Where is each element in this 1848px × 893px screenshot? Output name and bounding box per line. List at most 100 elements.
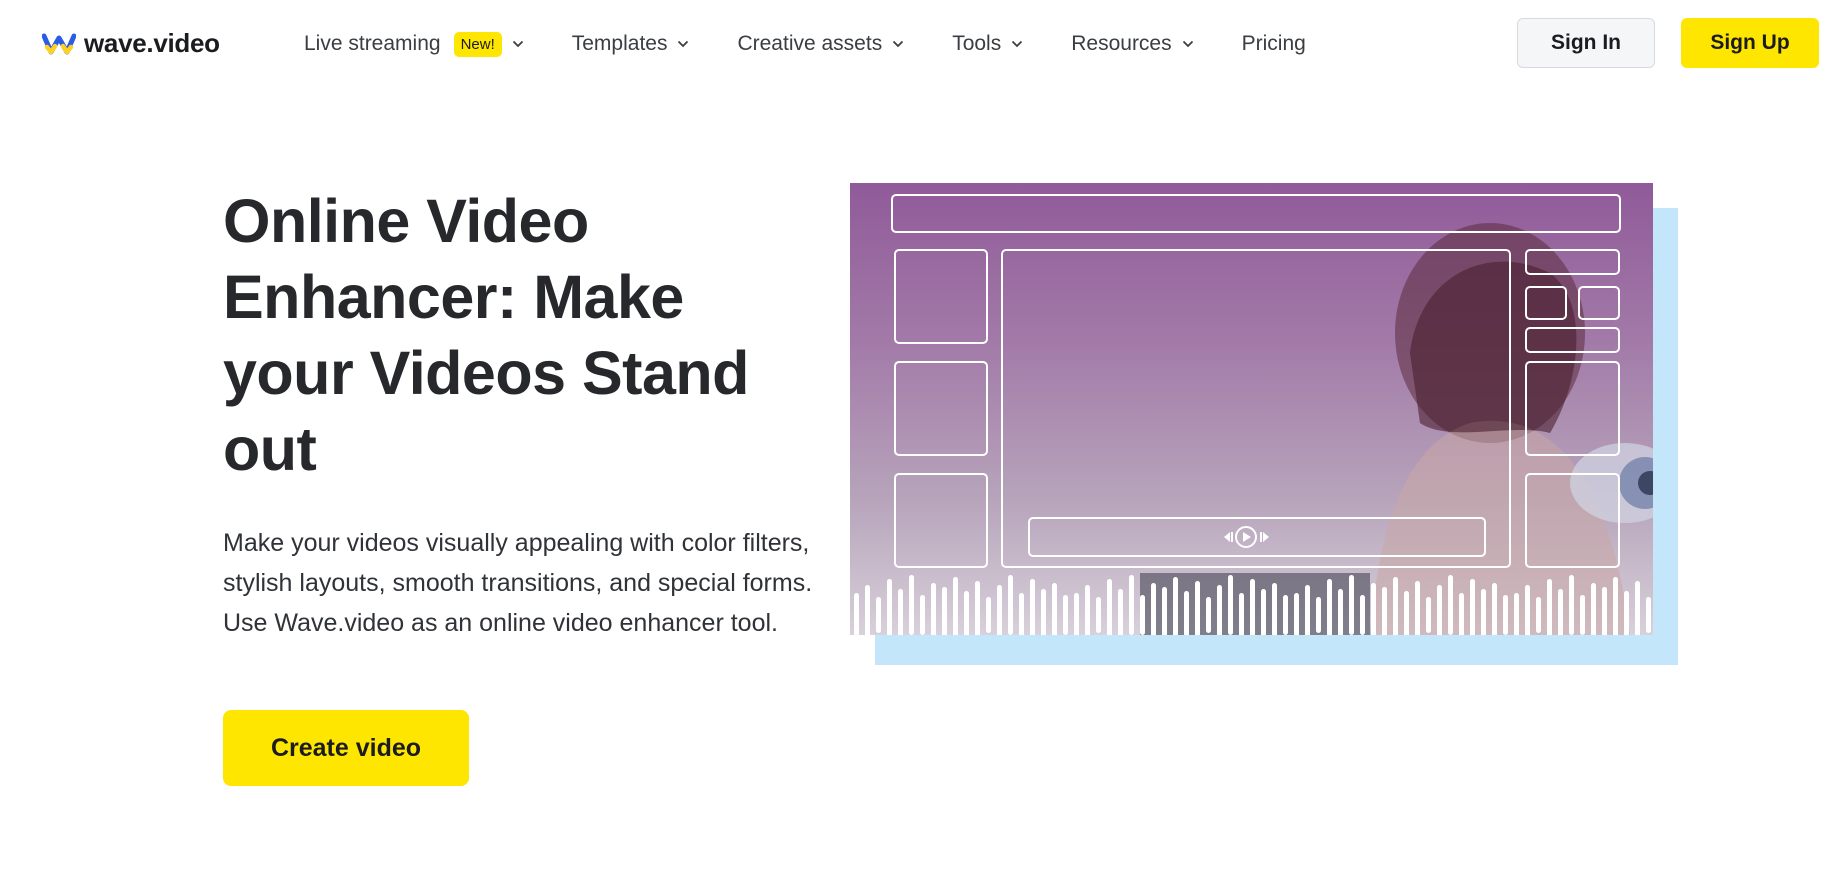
waveform-bar <box>1371 583 1376 635</box>
waveform-bar <box>1360 595 1365 635</box>
waveform-bar <box>1129 575 1134 635</box>
waveform-bar <box>1547 579 1552 635</box>
waveform-bar <box>1624 591 1629 635</box>
waveform-bar <box>887 579 892 635</box>
waveform-bar <box>1448 575 1453 635</box>
chevron-down-icon <box>1012 40 1023 48</box>
waveform-bar <box>1591 583 1596 635</box>
nav-label: Resources <box>1071 32 1172 55</box>
nav-item-creative-assets[interactable]: Creative assets <box>737 27 904 61</box>
waveform-bar <box>1085 585 1090 635</box>
waveform-bar <box>1503 595 1508 635</box>
hero-title: Online Video Enhancer: Make your Videos … <box>223 187 749 483</box>
waveform-bar <box>1239 593 1244 635</box>
waveform-bar <box>1008 575 1013 635</box>
waveform-bar <box>1217 585 1222 635</box>
waveform-bar <box>1393 577 1398 635</box>
editor-wireframe <box>854 194 1653 635</box>
waveform-bar <box>1459 593 1464 635</box>
waveform-bar <box>1019 593 1024 635</box>
waveform-bar <box>1206 597 1211 633</box>
waveform-bar <box>1041 589 1046 635</box>
waveform-bar <box>1228 575 1233 635</box>
waveform-bar <box>1349 575 1354 635</box>
waveform-bar <box>1162 587 1167 635</box>
nav-item-templates[interactable]: Templates <box>572 27 690 61</box>
waveform-bar <box>1140 595 1145 635</box>
waveform-bar <box>1250 579 1255 635</box>
play-icon <box>1235 526 1257 548</box>
waveform-bar <box>1294 593 1299 635</box>
logo-text: wave.video <box>84 28 220 58</box>
waveform-bar <box>1580 595 1585 635</box>
nav-item-tools[interactable]: Tools <box>952 27 1023 61</box>
waveform-bar <box>854 593 859 635</box>
waveform-bar <box>997 585 1002 635</box>
waveform-bar <box>1613 577 1618 635</box>
chevron-down-icon <box>512 40 523 48</box>
waveform-bar <box>1118 589 1123 635</box>
waveform-bar <box>953 577 958 635</box>
waveform-bar <box>1283 595 1288 635</box>
waveform-bar <box>1030 579 1035 635</box>
waveform-bar <box>1426 597 1431 633</box>
nav-item-pricing[interactable]: Pricing <box>1242 27 1306 61</box>
waveform-bar <box>1305 585 1310 635</box>
waveform-bar <box>1151 583 1156 635</box>
nav-label: Tools <box>952 32 1002 55</box>
waveform-bar <box>1492 583 1497 635</box>
nav-label: Pricing <box>1241 32 1306 55</box>
nav-item-resources[interactable]: Resources <box>1071 27 1193 61</box>
waveform-bar <box>986 597 991 633</box>
waveform-bar <box>1195 581 1200 635</box>
sign-up-button[interactable]: Sign Up <box>1681 18 1819 68</box>
logo[interactable]: wave.video <box>42 28 220 59</box>
waveform-bar <box>964 591 969 635</box>
waveform-bar <box>1173 577 1178 635</box>
chevron-down-icon <box>1182 40 1193 48</box>
waveform-bar <box>920 595 925 635</box>
waveform-bar <box>1316 597 1321 633</box>
waveform-bar <box>1074 593 1079 635</box>
waveform-bar <box>942 587 947 635</box>
waveform-bar <box>1107 579 1112 635</box>
waveform-bar <box>1272 583 1277 635</box>
waveform-bar <box>1261 589 1266 635</box>
waveform-bar <box>1052 583 1057 635</box>
create-video-button[interactable]: Create video <box>223 710 469 786</box>
rewind-icon <box>1224 532 1233 542</box>
waveform-bar <box>931 583 936 635</box>
nav-label: Creative assets <box>737 32 883 55</box>
waveform-bar <box>1437 585 1442 635</box>
forward-icon <box>1260 532 1269 542</box>
waveform-bar <box>1184 591 1189 635</box>
nav-label: Live streaming <box>304 32 441 55</box>
woman-silhouette <box>1370 223 1630 635</box>
waveform-bar <box>909 575 914 635</box>
nav-label: Templates <box>571 32 668 55</box>
waveform-bar <box>1338 589 1343 635</box>
waveform-bar <box>1602 587 1607 635</box>
waveform-bar <box>1063 595 1068 635</box>
waveform-bar <box>876 597 881 633</box>
waveform-bar <box>1382 587 1387 635</box>
waveform-bar <box>1481 589 1486 635</box>
site-header: wave.video Live streaming New! Templates… <box>0 0 1848 86</box>
chevron-down-icon <box>893 40 904 48</box>
waveform-bar <box>1514 593 1519 635</box>
waveform-bar <box>1536 597 1541 633</box>
main-nav: Live streaming New! Templates Creative a… <box>304 27 1354 61</box>
waveform-bar <box>1635 581 1640 635</box>
waveform-bar <box>1415 581 1420 635</box>
waveform-bar <box>1525 585 1530 635</box>
waveform-bar <box>1404 591 1409 635</box>
waveform-bar <box>1470 579 1475 635</box>
waveform-bar <box>865 585 870 635</box>
waveform-bar <box>898 589 903 635</box>
wave-logo-icon <box>42 33 76 54</box>
chevron-down-icon <box>678 40 689 48</box>
waveform-bar <box>1569 575 1574 635</box>
sign-in-button[interactable]: Sign In <box>1517 18 1655 68</box>
new-badge: New! <box>453 31 502 57</box>
nav-item-live-streaming[interactable]: Live streaming New! <box>304 27 524 61</box>
